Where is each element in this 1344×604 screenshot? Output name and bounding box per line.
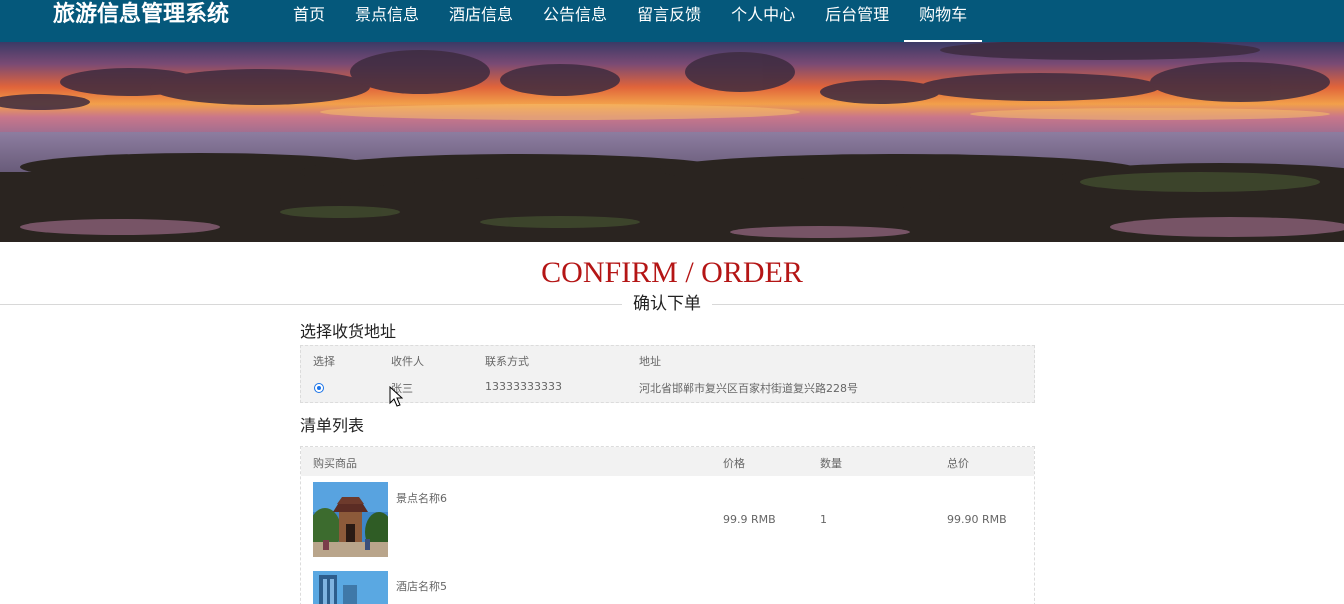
column-header-total: 总价: [947, 457, 969, 470]
nav-item-feedback[interactable]: 留言反馈: [622, 0, 716, 42]
top-nav-bar: 旅游信息管理系统 首页 景点信息 酒店信息 公告信息 留言反馈 个人中心 后台管…: [0, 0, 1344, 42]
nav-item-admin[interactable]: 后台管理: [810, 0, 904, 42]
page-title-en: CONFIRM / ORDER: [541, 256, 803, 289]
product-total: 99.90 RMB: [947, 513, 1007, 526]
product-price: 99.9 RMB: [723, 513, 776, 526]
product-thumbnail[interactable]: [313, 571, 388, 604]
column-header-price: 价格: [723, 457, 745, 470]
main-nav: 首页 景点信息 酒店信息 公告信息 留言反馈 个人中心 后台管理 购物车: [278, 0, 983, 42]
scenic-gate-photo: [313, 482, 388, 557]
column-header-product: 购买商品: [313, 457, 357, 470]
page-title-cn: 确认下单: [622, 292, 712, 316]
product-thumbnail[interactable]: [313, 482, 388, 557]
product-name[interactable]: 景点名称6: [396, 490, 447, 506]
nav-item-notice[interactable]: 公告信息: [528, 0, 622, 42]
address-table: 选择 收件人 联系方式 地址 张三 13333333333 河北省邯郸市复兴区百…: [300, 345, 1035, 403]
mouse-cursor-icon: [389, 386, 403, 407]
hotel-building-photo: [313, 571, 388, 604]
site-brand[interactable]: 旅游信息管理系统: [53, 0, 229, 30]
column-header-phone: 联系方式: [485, 355, 529, 368]
column-header-select: 选择: [313, 355, 335, 368]
column-header-recipient: 收件人: [391, 355, 424, 368]
column-header-quantity: 数量: [820, 457, 842, 470]
nav-item-home[interactable]: 首页: [278, 0, 340, 42]
address-select-radio[interactable]: [314, 383, 324, 393]
recipient-phone: 13333333333: [485, 380, 562, 393]
nav-item-cart[interactable]: 购物车: [904, 0, 983, 42]
address-heading: 选择收货地址: [300, 322, 397, 341]
sunset-seascape-picture: [0, 42, 1344, 242]
order-list-heading: 清单列表: [300, 416, 365, 435]
nav-item-profile[interactable]: 个人中心: [716, 0, 810, 42]
nav-item-hotel[interactable]: 酒店信息: [434, 0, 528, 42]
recipient-address: 河北省邯郸市复兴区百家村街道复兴路228号: [639, 382, 858, 395]
order-list-table: 购买商品 价格 数量 总价 景点名称6 99.9 RMB 1 99.90 RMB: [300, 446, 1035, 604]
column-header-address: 地址: [639, 355, 661, 368]
product-name[interactable]: 酒店名称5: [396, 578, 447, 594]
product-quantity: 1: [820, 513, 827, 526]
order-list-header: 购买商品 价格 数量 总价: [301, 447, 1034, 476]
nav-item-scenic[interactable]: 景点信息: [340, 0, 434, 42]
banner-image: [0, 42, 1344, 242]
